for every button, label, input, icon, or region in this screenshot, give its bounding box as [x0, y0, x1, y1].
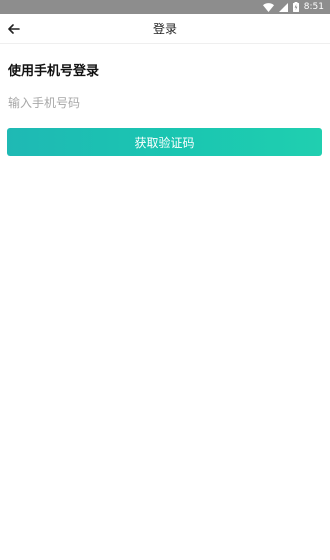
back-button[interactable] — [2, 17, 26, 41]
page-title: 登录 — [152, 22, 177, 36]
header-bar: 登录 — [0, 14, 330, 44]
login-screen: 8:51 登录 使用手机号登录 获取验证码 — [0, 0, 330, 560]
login-heading: 使用手机号登录 — [8, 64, 100, 79]
cellular-signal-icon — [278, 2, 288, 12]
wifi-icon — [262, 2, 274, 12]
arrow-left-icon — [8, 24, 20, 34]
battery-charging-icon — [292, 2, 299, 12]
phone-number-input[interactable] — [6, 90, 324, 116]
status-bar: 8:51 — [0, 0, 330, 14]
status-time: 8:51 — [303, 2, 324, 12]
get-verification-code-button[interactable]: 获取验证码 — [7, 128, 322, 156]
